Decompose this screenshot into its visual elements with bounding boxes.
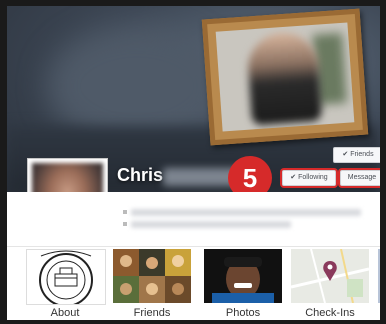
- info-line-redacted: [131, 221, 291, 228]
- info-bullet-icon: [123, 210, 127, 214]
- tile-checkins[interactable]: [291, 249, 369, 303]
- framed-photo: [201, 8, 369, 146]
- profile-name[interactable]: Chris: [117, 165, 163, 186]
- tile-label-checkins[interactable]: Check-Ins: [291, 307, 369, 319]
- tile-about[interactable]: [26, 249, 106, 305]
- friends-collage-icon: [113, 249, 191, 303]
- tile-photos[interactable]: [204, 249, 282, 303]
- info-bullet-icon: [123, 222, 127, 226]
- tile-label-about[interactable]: About: [26, 307, 104, 319]
- screenshot-border: [0, 0, 7, 324]
- seal-icon: [39, 250, 93, 304]
- divider: [7, 246, 380, 247]
- framed-photo-person: [246, 30, 323, 126]
- facebook-profile-screenshot: ✔ Friends Chris 5 ✔ Following Message Ab…: [0, 0, 386, 324]
- following-button[interactable]: ✔ Following: [282, 170, 336, 186]
- map-pin-icon: [291, 249, 369, 303]
- tile-label-photos[interactable]: Photos: [204, 307, 282, 319]
- intro-info: [7, 192, 380, 246]
- tile-label-friends[interactable]: Friends: [113, 307, 191, 319]
- screenshot-border: [380, 0, 386, 324]
- photo-icon: [204, 249, 282, 303]
- framed-photo-image: [215, 22, 355, 132]
- screenshot-border: [0, 0, 386, 6]
- info-line-redacted: [131, 209, 361, 216]
- friends-button[interactable]: ✔ Friends: [333, 147, 383, 163]
- tile-friends[interactable]: [113, 249, 191, 303]
- message-button[interactable]: Message: [340, 170, 384, 186]
- screenshot-border: [0, 320, 386, 324]
